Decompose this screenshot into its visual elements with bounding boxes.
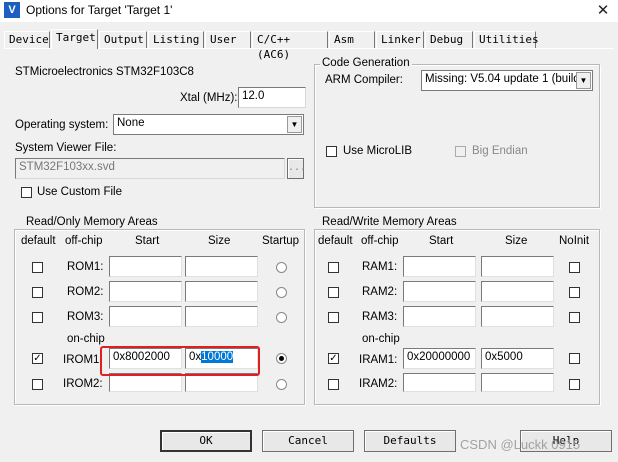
rom-header-offchip: off-chip	[65, 235, 103, 247]
compiler-select[interactable]: Missing: V5.04 update 1 (build 4 ▼	[421, 70, 593, 91]
ok-button[interactable]: OK	[160, 430, 252, 452]
rom2-size-input[interactable]	[185, 281, 258, 302]
rom1-label: ROM1:	[67, 261, 104, 273]
cancel-button[interactable]: Cancel	[262, 430, 354, 452]
tab-linker[interactable]: Linker	[376, 31, 424, 48]
compiler-select-value: Missing: V5.04 update 1 (build 4	[425, 73, 590, 85]
ram1-noinit-checkbox[interactable]	[569, 262, 580, 273]
ram-header-default: default	[318, 235, 353, 247]
rom1-startup-radio[interactable]	[276, 262, 287, 273]
rom-header-size: Size	[208, 235, 231, 247]
device-name: STMicroelectronics STM32F103C8	[15, 66, 194, 78]
rom-group-title: Read/Only Memory Areas	[24, 216, 160, 228]
tab-utilities[interactable]: Utilities	[474, 31, 539, 48]
rom1-start-input[interactable]	[109, 256, 182, 277]
use-microlib-label: Use MicroLIB	[343, 145, 413, 157]
ram3-default-checkbox[interactable]	[328, 312, 339, 323]
ram1-start-input[interactable]	[403, 256, 476, 277]
chevron-down-icon: ▼	[576, 72, 591, 89]
use-microlib-checkbox[interactable]	[326, 146, 337, 157]
ram1-default-checkbox[interactable]	[328, 262, 339, 273]
os-select[interactable]: None ▼	[113, 114, 304, 135]
iram1-start-input[interactable]: 0x20000000	[403, 348, 476, 369]
iram2-size-input[interactable]	[481, 373, 554, 392]
ram3-noinit-checkbox[interactable]	[569, 312, 580, 323]
code-generation-title: Code Generation	[320, 57, 412, 69]
ram2-noinit-checkbox[interactable]	[569, 287, 580, 298]
irom2-default-checkbox[interactable]	[32, 379, 43, 390]
big-endian-label: Big Endian	[472, 145, 528, 157]
tab-c-cpp-ac6[interactable]: C/C++ (AC6)	[252, 31, 328, 61]
svd-label: System Viewer File:	[15, 142, 117, 154]
svd-input[interactable]: STM32F103xx.svd	[15, 158, 285, 179]
ram-header-start: Start	[429, 235, 454, 247]
tab-asm[interactable]: Asm	[329, 31, 375, 48]
ram-header-size: Size	[505, 235, 528, 247]
rom-onchip-label: on-chip	[67, 333, 105, 345]
irom1-startup-radio[interactable]	[276, 353, 287, 364]
rom1-default-checkbox[interactable]	[32, 262, 43, 273]
chevron-down-icon: ▼	[287, 116, 302, 133]
iram2-noinit-checkbox[interactable]	[569, 379, 580, 390]
ram-group-title: Read/Write Memory Areas	[320, 216, 459, 228]
window-title: Options for Target 'Target 1'	[26, 3, 173, 17]
tab-listing[interactable]: Listing	[148, 31, 204, 48]
compiler-label: ARM Compiler:	[325, 74, 403, 86]
iram1-default-checkbox[interactable]: ✓	[328, 353, 339, 364]
ram3-label: RAM3:	[362, 311, 398, 323]
irom2-startup-radio[interactable]	[276, 379, 287, 390]
ram2-default-checkbox[interactable]	[328, 287, 339, 298]
rom2-label: ROM2:	[67, 286, 104, 298]
defaults-button[interactable]: Defaults	[364, 430, 456, 452]
xtal-label: Xtal (MHz):	[180, 92, 238, 104]
use-custom-file-label: Use Custom File	[37, 186, 122, 198]
iram2-default-checkbox[interactable]	[328, 379, 339, 390]
ram1-size-input[interactable]	[481, 256, 554, 277]
irom1-default-checkbox[interactable]: ✓	[32, 353, 43, 364]
keil-app-icon: V	[4, 2, 20, 18]
rom1-size-input[interactable]	[185, 256, 258, 277]
rom2-start-input[interactable]	[109, 281, 182, 302]
iram1-label: IRAM1:	[359, 354, 398, 366]
watermark-text: CSDN @Luckk 0915	[460, 437, 581, 452]
rom3-default-checkbox[interactable]	[32, 312, 43, 323]
ram-header-offchip: off-chip	[361, 235, 399, 247]
irom2-label: IROM2:	[63, 378, 103, 390]
rom3-startup-radio[interactable]	[276, 312, 287, 323]
iram2-start-input[interactable]	[403, 373, 476, 392]
rom-header-startup: Startup	[262, 235, 300, 247]
ram-onchip-label: on-chip	[362, 333, 400, 345]
os-label: Operating system:	[15, 119, 109, 131]
ram-header-noinit: NoInit	[559, 235, 590, 247]
ram3-start-input[interactable]	[403, 306, 476, 327]
ram2-label: RAM2:	[362, 286, 398, 298]
irom1-label: IROM1:	[63, 354, 103, 366]
tab-output[interactable]: Output	[99, 31, 147, 48]
iram2-label: IRAM2:	[359, 378, 398, 390]
rom-header-start: Start	[135, 235, 160, 247]
tab-device[interactable]: Device	[4, 31, 50, 48]
rom2-startup-radio[interactable]	[276, 287, 287, 298]
iram1-noinit-checkbox[interactable]	[569, 353, 580, 364]
tab-user[interactable]: User	[205, 31, 251, 48]
highlight-annotation	[100, 346, 260, 376]
ram3-size-input[interactable]	[481, 306, 554, 327]
rom-header-default: default	[21, 235, 56, 247]
rom3-start-input[interactable]	[109, 306, 182, 327]
rom3-size-input[interactable]	[185, 306, 258, 327]
ram1-label: RAM1:	[362, 261, 398, 273]
xtal-input[interactable]: 12.0	[238, 87, 306, 108]
svd-browse-button[interactable]: ...	[287, 158, 306, 179]
rom3-label: ROM3:	[67, 311, 104, 323]
rom2-default-checkbox[interactable]	[32, 287, 43, 298]
tab-target[interactable]: Target	[51, 29, 98, 49]
os-select-value: None	[117, 117, 145, 129]
big-endian-checkbox[interactable]	[455, 146, 466, 157]
tab-debug[interactable]: Debug	[425, 31, 473, 48]
close-icon[interactable]: ✕	[588, 0, 618, 22]
ram2-start-input[interactable]	[403, 281, 476, 302]
iram1-size-input[interactable]: 0x5000	[481, 348, 554, 369]
use-custom-file-checkbox[interactable]	[21, 187, 32, 198]
ram2-size-input[interactable]	[481, 281, 554, 302]
